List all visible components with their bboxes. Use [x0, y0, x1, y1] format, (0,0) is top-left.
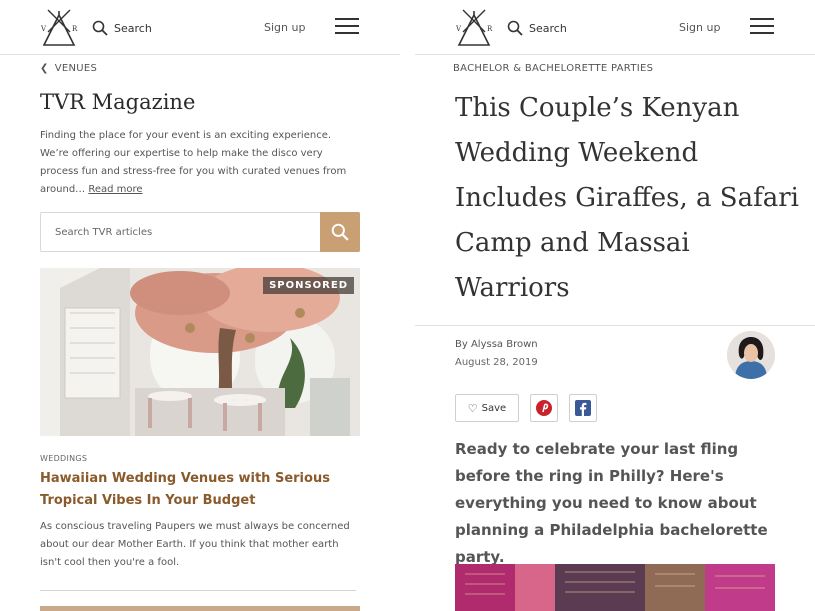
header-search-button[interactable]: Search — [507, 19, 567, 37]
description-text: Finding the place for your event is an e… — [40, 130, 347, 195]
breadcrumb-label: VENUES — [54, 63, 98, 74]
facebook-icon — [575, 400, 591, 416]
article-category-link[interactable]: BACHELOR & BACHELORETTE PARTIES — [453, 63, 653, 74]
breadcrumb-back[interactable]: ❮ VENUES — [40, 63, 97, 74]
heart-icon: ♡ — [467, 401, 478, 415]
search-icon — [331, 223, 349, 241]
chevron-left-icon: ❮ — [40, 63, 49, 74]
article-title: This Couple’s Kenyan Wedding Weekend Inc… — [455, 93, 799, 303]
top-header: V R Search Sign up — [415, 0, 815, 55]
featured-category: WEDDINGS — [40, 454, 88, 463]
page-description: Finding the place for your event is an e… — [40, 127, 358, 199]
article-lede: Ready to celebrate your last fling befor… — [455, 440, 768, 566]
byline: By Alyssa Brown — [455, 339, 538, 350]
sponsored-badge: SPONSORED — [263, 277, 354, 294]
next-article-image[interactable] — [40, 606, 360, 611]
author-photo — [727, 331, 775, 379]
page-title: TVR Magazine — [40, 90, 196, 114]
save-label: Save — [481, 402, 507, 414]
signup-link[interactable]: Sign up — [679, 21, 720, 34]
featured-article-summary: As conscious traveling Paupers we must a… — [40, 521, 350, 568]
header-search-button[interactable]: Search — [92, 19, 152, 37]
divider — [40, 590, 356, 591]
header-search-label: Search — [114, 21, 152, 35]
byline-prefix: By — [455, 339, 468, 350]
article-panel: V R Search Sign up BACHELOR & BACHELORET… — [415, 0, 815, 611]
article-search-button[interactable] — [320, 212, 360, 252]
svg-text:V: V — [40, 25, 47, 33]
hamburger-icon[interactable] — [750, 18, 774, 36]
pinterest-share-button[interactable] — [530, 394, 558, 422]
article-hero-image[interactable] — [455, 564, 775, 611]
top-header: V R Search Sign up — [0, 0, 400, 55]
read-more-link[interactable]: Read more — [88, 184, 142, 195]
tvr-logo[interactable]: V R — [40, 9, 78, 47]
svg-text:R: R — [72, 25, 78, 33]
city-night-photo — [455, 564, 775, 611]
tvr-logo[interactable]: V R — [455, 9, 493, 47]
avatar[interactable] — [727, 331, 775, 379]
article-search — [40, 212, 360, 252]
article-search-input[interactable] — [41, 213, 333, 251]
save-button[interactable]: ♡ Save — [455, 394, 519, 422]
hamburger-icon[interactable] — [335, 18, 359, 36]
facebook-share-button[interactable] — [569, 394, 597, 422]
header-search-label: Search — [529, 21, 567, 35]
author-link[interactable]: Alyssa Brown — [471, 339, 538, 350]
svg-text:R: R — [487, 25, 493, 33]
pinterest-icon — [536, 400, 552, 416]
search-icon — [507, 20, 523, 36]
search-icon — [92, 20, 108, 36]
publish-date: August 28, 2019 — [455, 357, 538, 368]
divider — [415, 325, 815, 326]
featured-article-title[interactable]: Hawaiian Wedding Venues with Serious Tro… — [40, 468, 358, 512]
featured-article-image[interactable]: SPONSORED — [40, 268, 360, 436]
panel-gap — [400, 0, 415, 611]
svg-text:V: V — [455, 25, 462, 33]
signup-link[interactable]: Sign up — [264, 21, 305, 34]
magazine-panel: V R Search Sign up ❮ VENUES TVR Magazine… — [0, 0, 400, 611]
